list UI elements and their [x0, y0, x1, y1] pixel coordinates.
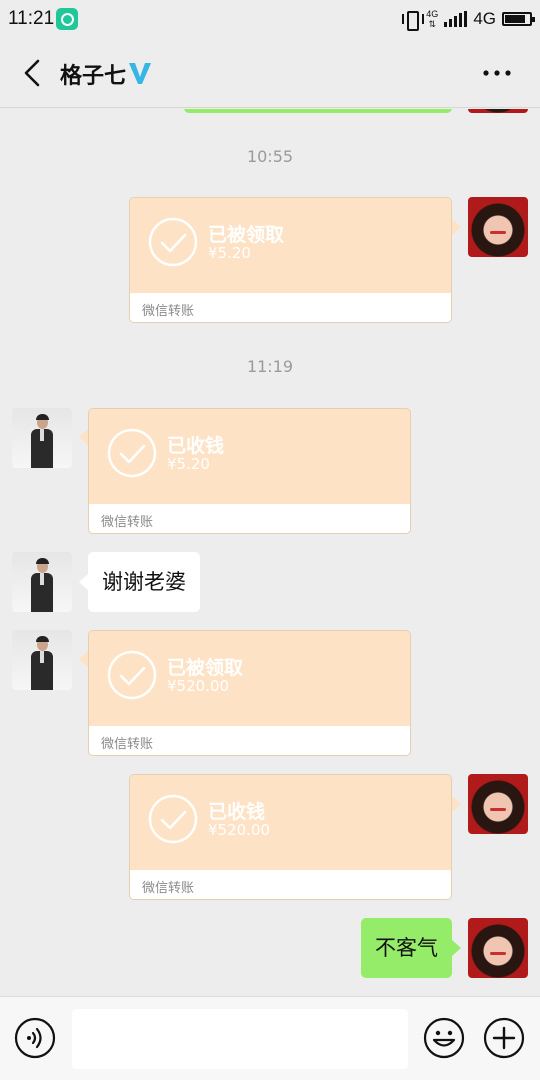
previous-message-bubble	[184, 109, 452, 113]
transfer-card-bottom: 微信转账	[130, 293, 451, 322]
my-avatar[interactable]	[468, 774, 528, 834]
plus-icon[interactable]	[483, 1017, 525, 1059]
network-small-label: 4G ⇅	[426, 9, 439, 29]
vibrate-icon	[402, 11, 425, 31]
contact-avatar[interactable]	[12, 630, 72, 690]
back-icon[interactable]	[20, 58, 46, 88]
battery-icon	[502, 12, 535, 26]
timestamp: 11:19	[246, 357, 294, 376]
bubble-tail	[79, 429, 88, 445]
transfer-card-top: 已收钱 ¥520.00	[130, 775, 451, 870]
input-bar	[0, 996, 540, 1080]
transfer-card[interactable]: 已收钱 ¥5.20 微信转账	[88, 408, 411, 534]
transfer-status: 已被领取	[208, 224, 285, 246]
bubble-tail	[452, 219, 461, 235]
check-circle-icon	[107, 428, 157, 478]
more-icon[interactable]	[482, 60, 512, 86]
transfer-footer: 微信转账	[142, 304, 195, 319]
chat-title[interactable]: 格子七	[60, 58, 126, 90]
voice-icon[interactable]	[14, 1017, 56, 1059]
contact-avatar[interactable]	[12, 408, 72, 468]
check-circle-icon	[107, 650, 157, 700]
transfer-footer: 微信转账	[101, 515, 154, 530]
emoji-icon[interactable]	[423, 1017, 465, 1059]
transfer-card[interactable]: 已收钱 ¥520.00 微信转账	[129, 774, 452, 900]
check-circle-icon	[148, 217, 198, 267]
contact-avatar[interactable]	[12, 552, 72, 612]
transfer-footer: 微信转账	[101, 737, 154, 752]
bubble-tail	[452, 796, 461, 812]
chat-area[interactable]: 10:55 已被领取 ¥5.20 微信转账 11:19 已收钱 ¥5.20 微信…	[0, 109, 540, 996]
transfer-status: 已收钱	[208, 801, 266, 823]
message-bubble[interactable]: 不客气	[361, 918, 452, 978]
transfer-footer: 微信转账	[142, 881, 195, 896]
transfer-card-top: 已被领取 ¥5.20	[130, 198, 451, 293]
transfer-card[interactable]: 已被领取 ¥520.00 微信转账	[88, 630, 411, 756]
my-avatar[interactable]	[468, 197, 528, 257]
bubble-tail	[452, 940, 461, 956]
status-time: 11:21	[8, 8, 55, 29]
my-avatar[interactable]	[468, 918, 528, 978]
transfer-amount: ¥5.20	[208, 244, 251, 262]
check-circle-icon	[148, 794, 198, 844]
message-bubble[interactable]: 谢谢老婆	[88, 552, 200, 612]
transfer-amount: ¥520.00	[208, 821, 271, 839]
bubble-tail	[79, 651, 88, 667]
transfer-card-top: 已收钱 ¥5.20	[89, 409, 410, 504]
app-notification-icon	[56, 8, 78, 30]
transfer-card-bottom: 微信转账	[89, 504, 410, 533]
transfer-amount: ¥520.00	[167, 677, 230, 695]
my-avatar[interactable]	[468, 109, 528, 113]
message-input[interactable]	[72, 1009, 408, 1069]
transfer-card-top: 已被领取 ¥520.00	[89, 631, 410, 726]
network-label: 4G	[473, 9, 496, 28]
verified-icon	[129, 63, 151, 84]
status-bar: 11:21 4G ⇅ 4G	[0, 0, 540, 38]
transfer-status: 已收钱	[167, 435, 225, 457]
bubble-tail	[79, 574, 88, 590]
network-small-text: 4G	[426, 9, 439, 19]
chat-header: 格子七	[0, 38, 540, 108]
signal-icon	[444, 11, 468, 27]
transfer-card[interactable]: 已被领取 ¥5.20 微信转账	[129, 197, 452, 323]
timestamp: 10:55	[246, 147, 294, 166]
transfer-amount: ¥5.20	[167, 455, 210, 473]
status-icons: 4G ⇅ 4G	[402, 6, 535, 32]
transfer-status: 已被领取	[167, 657, 244, 679]
transfer-card-bottom: 微信转账	[89, 726, 410, 755]
transfer-card-bottom: 微信转账	[130, 870, 451, 899]
